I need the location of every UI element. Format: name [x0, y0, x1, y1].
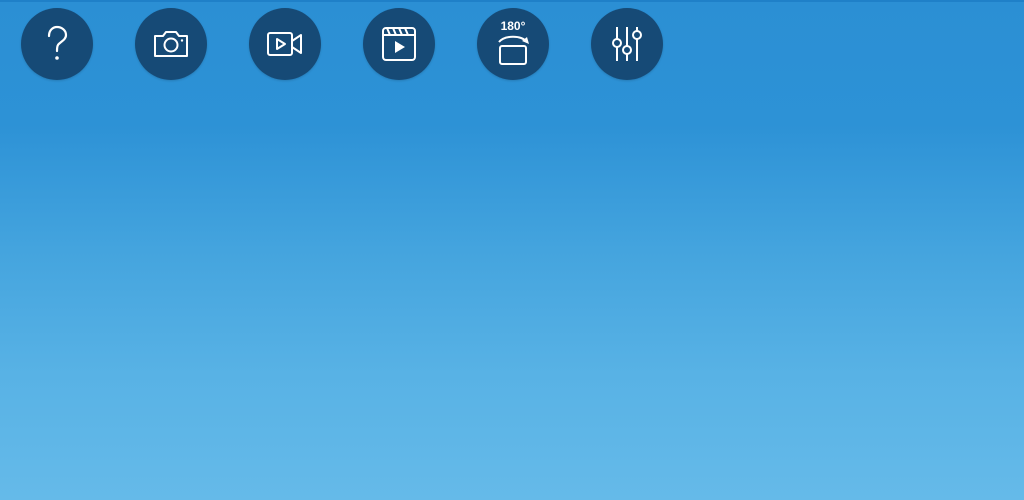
- record-video-button[interactable]: [249, 8, 321, 80]
- toolbar: 180°: [21, 8, 663, 80]
- camera-icon: [154, 31, 188, 57]
- settings-button[interactable]: [591, 8, 663, 80]
- help-icon: [47, 25, 68, 60]
- top-edge: [0, 0, 1024, 2]
- help-button[interactable]: [21, 8, 93, 80]
- settings-sliders-icon: [612, 27, 642, 61]
- video-library-icon: [382, 27, 416, 61]
- video-library-button[interactable]: [363, 8, 435, 80]
- rotate-180-label: 180°: [500, 19, 526, 33]
- camera-button[interactable]: [135, 8, 207, 80]
- video-record-icon: [267, 32, 302, 56]
- rotate-180-button[interactable]: 180°: [477, 8, 549, 80]
